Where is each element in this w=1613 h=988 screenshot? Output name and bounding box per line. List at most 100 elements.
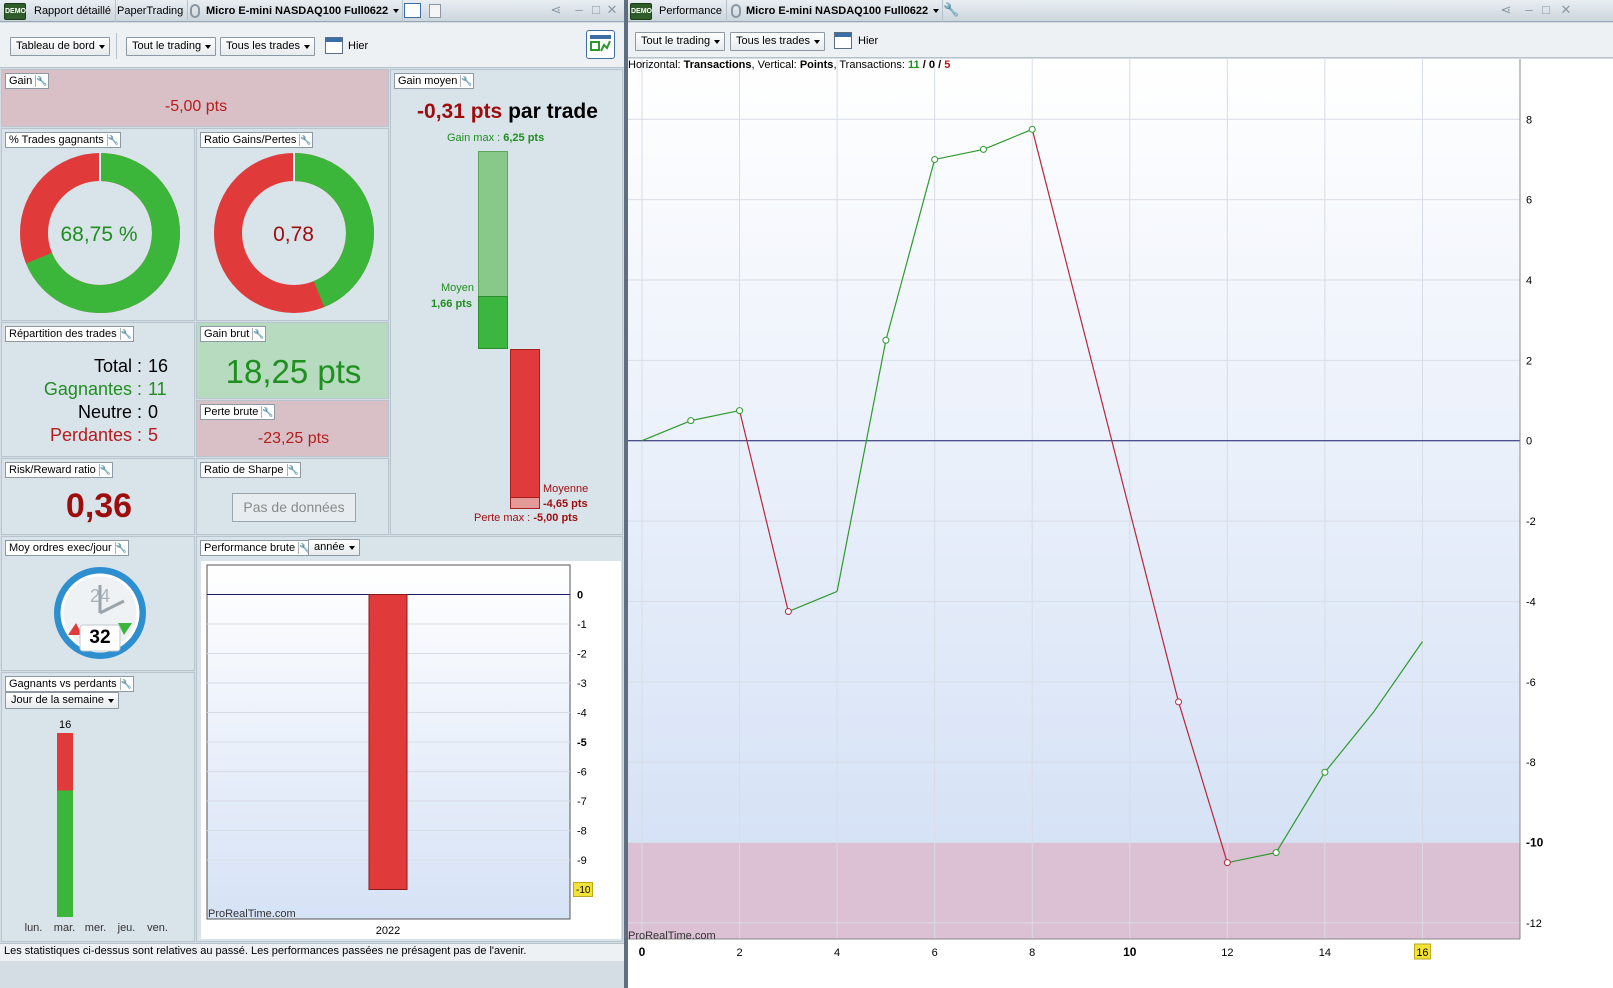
wrench-icon[interactable]: 🔧 [286, 464, 299, 476]
moy-ordres-tag[interactable]: Moy ordres exec/jour 🔧 [5, 540, 129, 556]
maximize-icon[interactable]: □ [1538, 2, 1554, 18]
moyen-gain-bar [478, 296, 508, 349]
y-tick-label: -5 [577, 737, 587, 749]
trading-dropdown-label: Tout le trading [132, 40, 202, 52]
wrench-icon[interactable]: 🔧 [460, 75, 473, 87]
y-tick-label: 4 [1526, 275, 1532, 287]
wrench-icon[interactable]: 🔧 [943, 2, 959, 18]
trades-dropdown-label: Tous les trades [736, 35, 810, 47]
ratio-label: Ratio Gains/Pertes [204, 134, 297, 146]
clock-bottom-value: 32 [89, 627, 111, 648]
link-icon[interactable] [190, 4, 200, 18]
data-point [1321, 768, 1329, 776]
x-tick-label: 0 [639, 945, 646, 959]
data-point [1175, 698, 1183, 706]
tx-neutral: 0 [928, 59, 935, 71]
gagnants-vs-perdants-tag[interactable]: Gagnants vs perdants 🔧 [5, 676, 134, 692]
performance-chart-header: Horizontal: Transactions, Vertical: Poin… [628, 59, 950, 71]
close-icon[interactable]: ✕ [1558, 2, 1574, 18]
perf-brute-badge: -10 [573, 882, 594, 897]
wrench-icon[interactable]: 🔧 [261, 406, 274, 418]
moy-ordres-label: Moy ordres exec/jour [9, 542, 112, 554]
dashboard-config-icon[interactable] [586, 30, 615, 59]
sharpe-tag[interactable]: Ratio de Sharpe 🔧 [200, 462, 301, 478]
data-point [687, 417, 695, 425]
share-icon[interactable]: ⋖ [1498, 2, 1514, 18]
minimize-icon[interactable]: – [1521, 2, 1537, 18]
wrench-icon[interactable]: 🔧 [299, 134, 312, 146]
moyenne-value: -4,65 pts [543, 498, 588, 510]
wrench-icon[interactable]: 🔧 [119, 678, 132, 690]
sharpe-panel: Ratio de Sharpe 🔧 Pas de données [196, 458, 389, 535]
wrench-icon[interactable]: 🔧 [252, 328, 264, 340]
date-label[interactable]: Hier [348, 40, 368, 52]
drawdown-zone [628, 842, 1520, 939]
tab-performance[interactable]: Performance [655, 0, 727, 22]
tab-rapport-detaille[interactable]: Rapport détaillé [30, 0, 117, 22]
day-label-ven: ven. [147, 922, 168, 934]
perf-brute-tag[interactable]: Performance brute 🔧 [200, 540, 313, 556]
ratio-tag[interactable]: Ratio Gains/Pertes 🔧 [200, 132, 314, 148]
x-tick-label: 14 [1319, 947, 1331, 959]
gain-tag[interactable]: Gain 🔧 [5, 73, 50, 89]
wrench-icon[interactable]: 🔧 [114, 542, 127, 554]
x-tick-label: 12 [1221, 947, 1233, 959]
pct-gagnants-tag[interactable]: % Trades gagnants 🔧 [5, 132, 121, 148]
y-tick-label: -12 [1526, 918, 1542, 930]
ratio-panel: Ratio Gains/Pertes 🔧 0,78 [196, 128, 389, 321]
link-icon[interactable] [731, 4, 741, 18]
gain-moyen-tag[interactable]: Gain moyen 🔧 [394, 73, 475, 89]
trades-dropdown[interactable]: Tous les trades [220, 37, 315, 56]
instrument-selector[interactable]: Micro E-mini NASDAQ100 Full0622 [742, 0, 944, 22]
gain-moyen-headline: -0,31 pts par trade [391, 100, 624, 124]
instrument-selector[interactable]: Micro E-mini NASDAQ100 Full0622 [202, 0, 404, 22]
trading-dropdown[interactable]: Tout le trading [126, 37, 217, 56]
y-tick-label: -7 [577, 796, 587, 808]
jour-semaine-dropdown[interactable]: Jour de la semaine [5, 692, 119, 709]
instrument-label: Micro E-mini NASDAQ100 Full0622 [746, 5, 929, 17]
perte-max-bar [510, 497, 540, 509]
day-label-lun: lun. [24, 922, 43, 934]
wrench-icon[interactable]: 🔧 [119, 328, 132, 340]
y-tick-label: -2 [577, 649, 587, 661]
y-tick-label: -10 [1526, 836, 1544, 850]
gagnantes-value: 11 [148, 379, 167, 399]
risk-reward-tag[interactable]: Risk/Reward ratio 🔧 [5, 462, 113, 478]
perte-brute-tag[interactable]: Perte brute 🔧 [200, 404, 276, 420]
gain-brut-tag[interactable]: Gain brut 🔧 [200, 326, 267, 342]
weekday-labels: lun. mar. mer. jeu. ven. [18, 922, 188, 934]
wrench-icon[interactable]: 🔧 [98, 464, 111, 476]
repartition-tag[interactable]: Répartition des trades 🔧 [5, 326, 134, 342]
dashboard-dropdown[interactable]: Tableau de bord [10, 37, 110, 56]
date-label[interactable]: Hier [858, 35, 878, 47]
calendar-icon[interactable] [325, 37, 343, 54]
trading-dropdown[interactable]: Tout le trading [635, 32, 726, 51]
y-tick-label: 0 [577, 590, 583, 602]
copy-icon[interactable] [429, 4, 441, 18]
perdantes-value: 5 [148, 425, 159, 445]
gain-moyen-panel: Gain moyen 🔧 -0,31 pts par trade Gain max… [390, 69, 623, 535]
x-category-label: 2022 [376, 925, 400, 937]
perte-brute-value: -23,25 pts [257, 430, 330, 447]
gain-max-value: 6,25 pts [503, 132, 545, 144]
chart-window-icon[interactable] [404, 3, 421, 18]
close-icon[interactable]: ✕ [604, 2, 620, 18]
y-tick-label: 0 [1526, 436, 1532, 448]
wrench-icon[interactable]: 🔧 [35, 75, 47, 87]
maximize-icon[interactable]: □ [588, 2, 604, 18]
trades-dropdown[interactable]: Tous les trades [730, 32, 825, 51]
tx-sep1: / [922, 59, 926, 71]
tab-papertrading[interactable]: PaperTrading [113, 0, 189, 22]
share-icon[interactable]: ⋖ [548, 2, 564, 18]
y-tick-label: -4 [577, 708, 587, 720]
wrench-icon[interactable]: 🔧 [106, 134, 119, 146]
repartition-panel: Répartition des trades 🔧 Total : 16 Gagnan… [1, 322, 195, 457]
y-tick-label: -6 [1526, 677, 1536, 689]
x-tick-label: 2 [736, 947, 742, 959]
calendar-icon[interactable] [834, 32, 852, 49]
minimize-icon[interactable]: – [571, 2, 587, 18]
annee-dropdown[interactable]: année [308, 539, 360, 556]
performance-chart[interactable]: 8 6 4 2 0 -2 -4 -6 -8 -10 -12 0 2 4 6 8 10 12 14 16 [628, 59, 1613, 988]
status-text: Les statistiques ci-dessus sont relative… [4, 945, 527, 957]
weekday-chart [57, 733, 73, 917]
